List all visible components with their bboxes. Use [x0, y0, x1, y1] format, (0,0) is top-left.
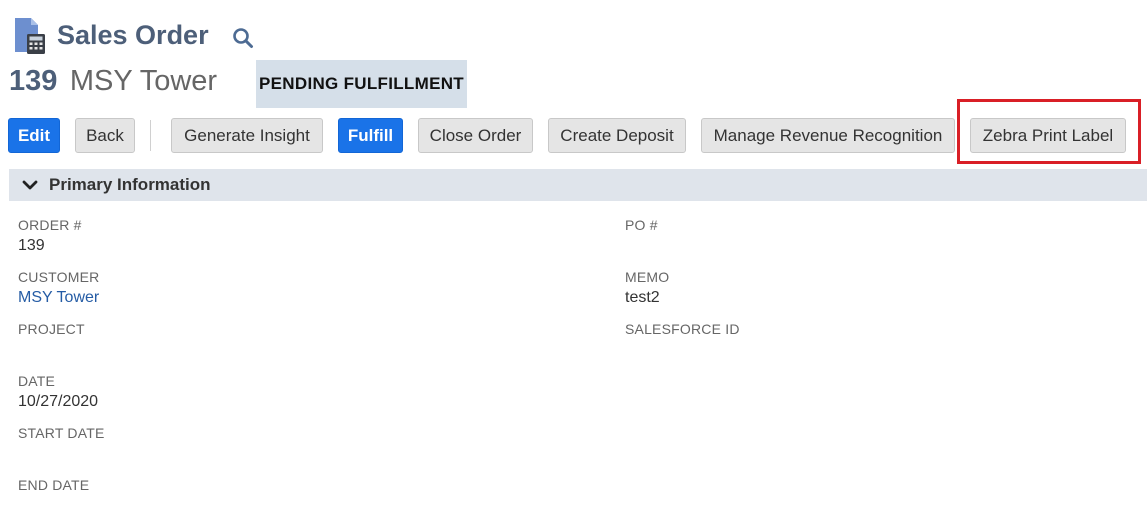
chevron-down-icon — [22, 180, 38, 190]
order-number-label: ORDER # — [18, 217, 82, 233]
create-deposit-button[interactable]: Create Deposit — [548, 118, 686, 153]
customer-label: CUSTOMER — [18, 269, 100, 285]
end-date-label: END DATE — [18, 477, 90, 493]
customer-link[interactable]: MSY Tower — [18, 289, 99, 307]
back-button[interactable]: Back — [75, 118, 135, 153]
close-order-button[interactable]: Close Order — [418, 118, 533, 153]
memo-label: MEMO — [625, 269, 670, 285]
edit-button[interactable]: Edit — [8, 118, 60, 153]
start-date-label: START DATE — [18, 425, 105, 441]
sales-order-document-icon — [15, 18, 45, 54]
record-number: 139 — [9, 65, 58, 97]
record-name: MSY Tower — [69, 65, 218, 97]
record-heading: 139 MSY Tower — [9, 62, 217, 100]
date-label: DATE — [18, 373, 56, 389]
generate-insight-button[interactable]: Generate Insight — [171, 118, 323, 153]
section-title: Primary Information — [49, 175, 211, 194]
zebra-print-label-button[interactable]: Zebra Print Label — [970, 118, 1126, 153]
po-number-label: PO # — [625, 217, 658, 233]
salesforce-id-label: SALESFORCE ID — [625, 321, 740, 337]
search-icon[interactable] — [232, 27, 254, 49]
primary-information-section-header[interactable]: Primary Information — [9, 169, 1147, 201]
toolbar-divider — [150, 120, 151, 151]
fulfill-button[interactable]: Fulfill — [338, 118, 403, 153]
project-label: PROJECT — [18, 321, 85, 337]
date-value: 10/27/2020 — [18, 393, 99, 410]
page-title: Sales Order — [57, 20, 209, 50]
status-badge: PENDING FULFILLMENT — [256, 60, 467, 108]
memo-value: test2 — [625, 289, 660, 306]
sales-order-page: Sales Order 139 MSY Tower PENDING FULFIL… — [0, 0, 1147, 512]
order-number-value: 139 — [18, 237, 45, 254]
manage-revenue-recognition-button[interactable]: Manage Revenue Recognition — [701, 118, 955, 153]
